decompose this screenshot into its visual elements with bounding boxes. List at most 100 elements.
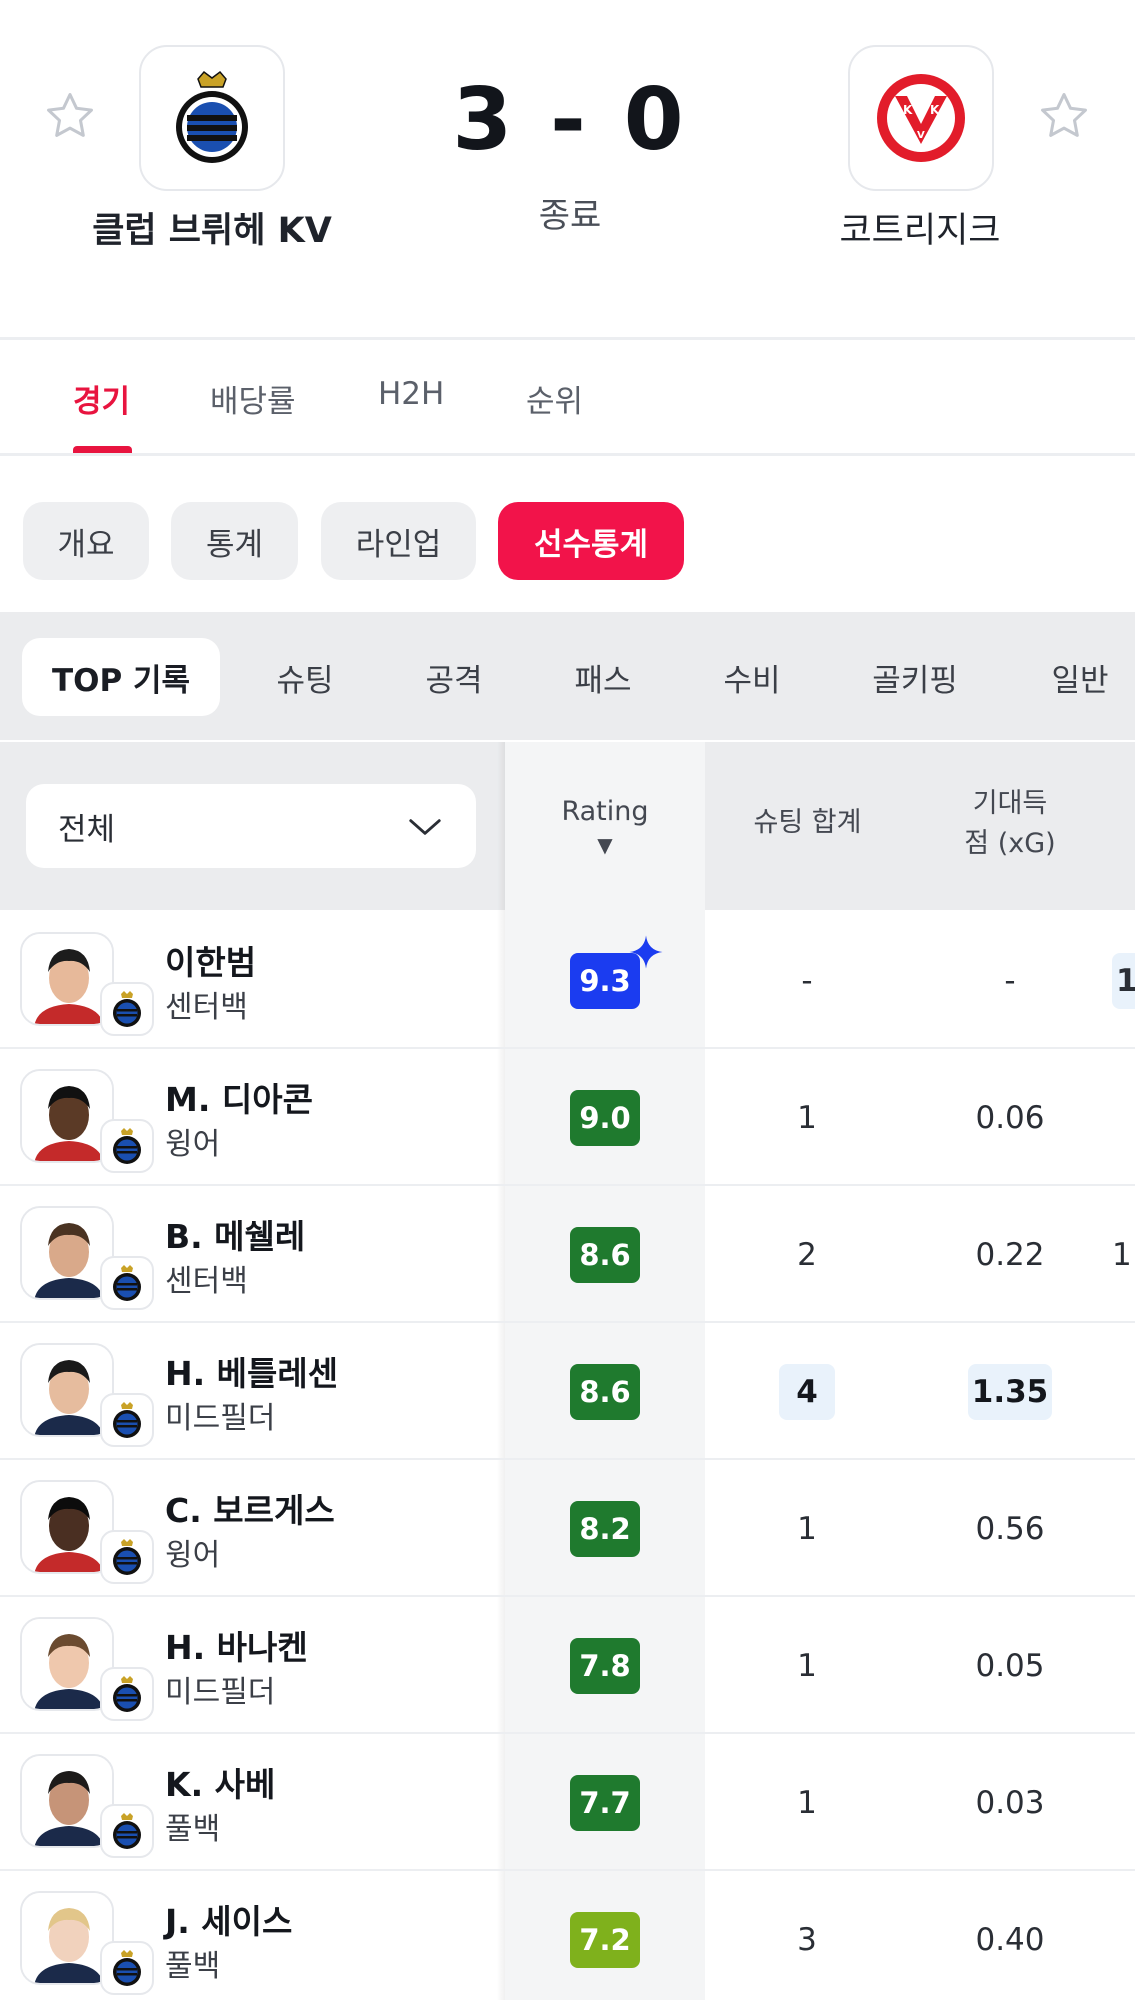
xg-value: 1.35 bbox=[968, 1364, 1052, 1420]
xg-value: 0.06 bbox=[975, 1100, 1045, 1136]
filter-value: 전체 bbox=[58, 811, 116, 848]
player-row[interactable]: H. 베틀레센미드필더 8.6 4 1.35 bbox=[0, 1323, 1135, 1460]
player-name: H. 바나켄 bbox=[165, 1628, 308, 1667]
next-column-value: 1 bbox=[1112, 953, 1135, 1009]
rating-badge: 9.0 bbox=[570, 1090, 640, 1146]
col-xg[interactable]: 기대득 점 (xG) bbox=[935, 784, 1085, 864]
match-score: 3 - 0 bbox=[452, 70, 688, 170]
player-name: 이한범 bbox=[165, 943, 257, 982]
sparkle-icon bbox=[629, 935, 663, 969]
tab-standings[interactable]: 순위 bbox=[526, 376, 583, 421]
rating-badge: 7.8 bbox=[570, 1638, 640, 1694]
stat-category-tabs: TOP 기록 슈팅 공격 패스 수비 골키핑 일반 bbox=[0, 612, 1135, 740]
svg-text:K: K bbox=[903, 103, 913, 117]
player-name: B. 메쉘레 bbox=[165, 1217, 306, 1256]
home-team-name[interactable]: 클럽 브뤼헤 KV bbox=[32, 202, 392, 253]
player-row[interactable]: 이한범 센터백 9.3- -1 bbox=[0, 912, 1135, 1049]
subtab-stats[interactable]: 통계 bbox=[171, 502, 298, 580]
player-position: 센터백 bbox=[165, 990, 248, 1025]
shots-value: - bbox=[801, 963, 813, 999]
team-badge bbox=[100, 1393, 154, 1447]
player-position: 윙어 bbox=[165, 1538, 221, 1573]
shots-value: 3 bbox=[797, 1922, 817, 1958]
category-passing[interactable]: 패스 bbox=[553, 638, 653, 716]
shots-value: 2 bbox=[797, 1237, 817, 1273]
category-attack[interactable]: 공격 bbox=[404, 638, 504, 716]
player-name: C. 보르게스 bbox=[165, 1491, 335, 1530]
player-name: K. 사베 bbox=[165, 1765, 276, 1804]
player-name: J. 세이스 bbox=[165, 1902, 293, 1941]
xg-value: 0.40 bbox=[975, 1922, 1045, 1958]
col-rating-label: Rating bbox=[561, 796, 649, 827]
xg-value: 0.05 bbox=[975, 1648, 1045, 1684]
category-shooting[interactable]: 슈팅 bbox=[255, 638, 355, 716]
tabs-divider bbox=[0, 453, 1135, 456]
chevron-down-icon bbox=[409, 819, 441, 835]
subtab-player-stats[interactable]: 선수통계 bbox=[498, 502, 684, 580]
team-badge bbox=[100, 1941, 154, 1995]
xg-value: - bbox=[1004, 963, 1016, 999]
match-header: 클럽 브뤼헤 KV 3 - 0 종료 K K V 코트리지크 bbox=[0, 0, 1135, 338]
col-xg-line2: 점 (xG) bbox=[964, 828, 1056, 859]
rating-badge: 7.7 bbox=[570, 1775, 640, 1831]
col-shots[interactable]: 슈팅 합계 bbox=[725, 803, 890, 843]
team-badge bbox=[100, 1256, 154, 1310]
player-position: 미드필더 bbox=[165, 1675, 276, 1710]
team-badge bbox=[100, 1804, 154, 1858]
player-position: 센터백 bbox=[165, 1264, 248, 1299]
rating-badge: 7.2 bbox=[570, 1912, 640, 1968]
xg-value: 0.56 bbox=[975, 1511, 1045, 1547]
category-defense[interactable]: 수비 bbox=[702, 638, 802, 716]
club-brugge-crest-icon bbox=[176, 70, 248, 163]
favorite-home-star-icon[interactable] bbox=[42, 88, 98, 144]
player-name: M. 디아콘 bbox=[165, 1080, 313, 1119]
away-team-crest[interactable]: K K V bbox=[848, 45, 994, 191]
player-position: 윙어 bbox=[165, 1127, 221, 1162]
kortrijk-crest-icon: K K V bbox=[877, 74, 965, 162]
player-row[interactable]: K. 사베풀백 7.7 1 0.03 bbox=[0, 1734, 1135, 1871]
team-badge bbox=[100, 1119, 154, 1173]
tab-h2h[interactable]: H2H bbox=[378, 376, 444, 412]
sort-desc-icon: ▼ bbox=[597, 833, 613, 857]
player-position: 풀백 bbox=[165, 1949, 221, 1984]
rating-badge: 8.6 bbox=[570, 1364, 640, 1420]
xg-value: 0.03 bbox=[975, 1785, 1045, 1821]
player-row[interactable]: H. 바나켄미드필더 7.8 1 0.05 bbox=[0, 1597, 1135, 1734]
match-status: 종료 bbox=[538, 196, 602, 236]
svg-text:K: K bbox=[930, 103, 940, 117]
rating-badge: 8.6 bbox=[570, 1227, 640, 1283]
subtab-overview[interactable]: 개요 bbox=[23, 502, 149, 580]
player-position: 미드필더 bbox=[165, 1401, 276, 1436]
next-column-value: 1 bbox=[1112, 1237, 1132, 1273]
team-badge bbox=[100, 982, 154, 1036]
team-badge bbox=[100, 1530, 154, 1584]
rating-badge: 8.2 bbox=[570, 1501, 640, 1557]
team-badge bbox=[100, 1667, 154, 1721]
player-row[interactable]: M. 디아콘윙어 9.0 1 0.06 bbox=[0, 1049, 1135, 1186]
player-row[interactable]: C. 보르게스윙어 8.2 1 0.56 bbox=[0, 1460, 1135, 1597]
shots-value: 4 bbox=[779, 1364, 835, 1420]
shots-value: 1 bbox=[797, 1785, 817, 1821]
subtab-lineup[interactable]: 라인업 bbox=[321, 502, 476, 580]
col-xg-line1: 기대득 bbox=[972, 788, 1048, 819]
category-goalkeeping[interactable]: 골키핑 bbox=[860, 638, 970, 716]
player-row[interactable]: J. 세이스풀백 7.2 3 0.40 bbox=[0, 1871, 1135, 2000]
shots-value: 1 bbox=[797, 1511, 817, 1547]
team-filter-select[interactable]: 전체 bbox=[26, 784, 476, 868]
away-team-name[interactable]: 코트리지크 bbox=[740, 202, 1100, 253]
shots-value: 1 bbox=[797, 1648, 817, 1684]
svg-text:V: V bbox=[917, 130, 925, 141]
tab-match[interactable]: 경기 bbox=[73, 376, 130, 421]
home-team-crest[interactable] bbox=[139, 45, 285, 191]
category-top[interactable]: TOP 기록 bbox=[22, 638, 220, 716]
player-name: H. 베틀레센 bbox=[165, 1354, 339, 1393]
xg-value: 0.22 bbox=[975, 1237, 1045, 1273]
player-row[interactable]: B. 메쉘레센터백 8.6 2 0.22 1 bbox=[0, 1186, 1135, 1323]
tab-odds[interactable]: 배당률 bbox=[210, 376, 296, 421]
main-tabs: 경기 배당률 H2H 순위 bbox=[0, 340, 1135, 454]
category-general[interactable]: 일반 bbox=[1030, 638, 1130, 716]
favorite-away-star-icon[interactable] bbox=[1036, 88, 1092, 144]
player-position: 풀백 bbox=[165, 1812, 221, 1847]
col-rating[interactable]: Rating ▼ bbox=[540, 792, 670, 858]
shots-value: 1 bbox=[797, 1100, 817, 1136]
